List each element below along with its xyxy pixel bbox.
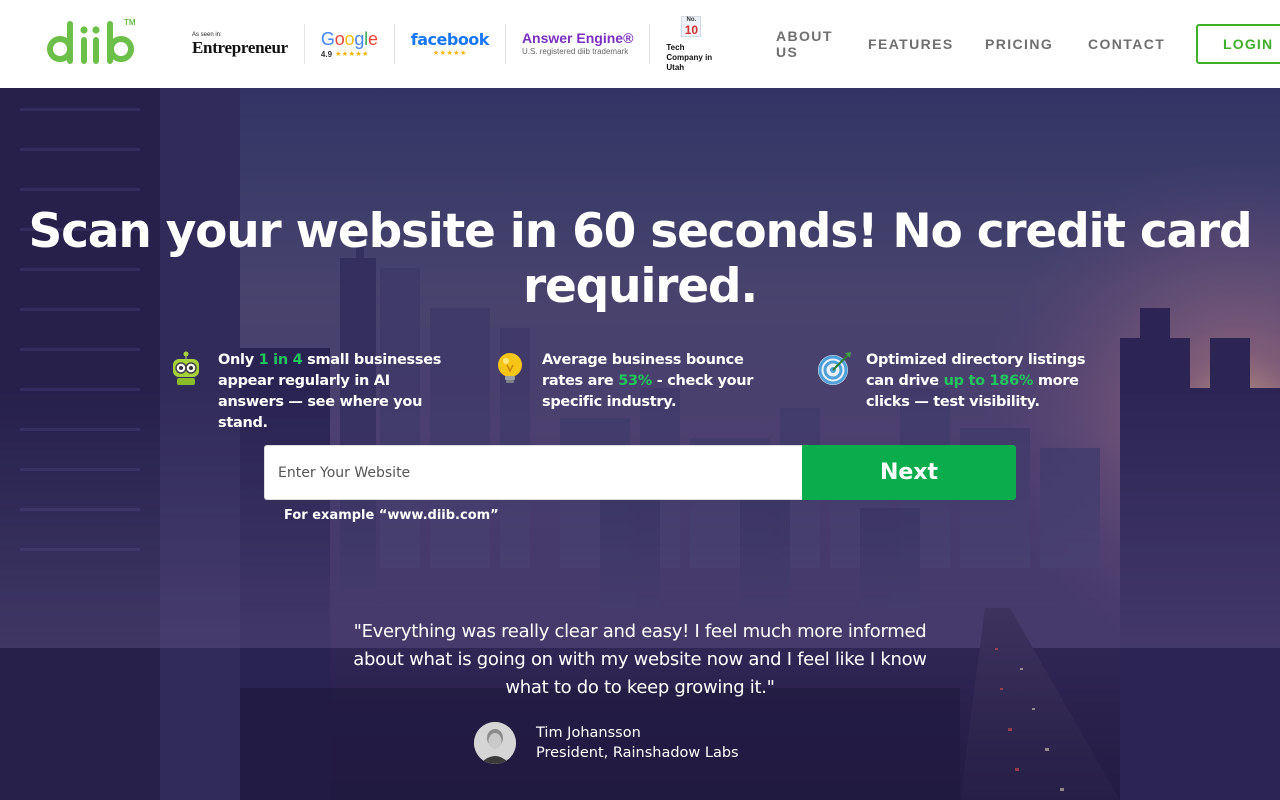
login-button[interactable]: LOGIN	[1196, 24, 1280, 64]
facebook-logo: facebook	[410, 30, 490, 49]
nav-container-pricing: PRICING	[985, 0, 1053, 88]
testimonial-author: Tim Johansson President, Rainshadow Labs	[474, 722, 739, 764]
answer-engine-title: Answer Engine®	[521, 30, 634, 46]
nav-container-features: FEATURES	[868, 0, 954, 88]
tech-company-label: Tech Company in Utah	[666, 42, 713, 72]
google-logo: Google	[320, 28, 378, 49]
award-icon: No. 10	[681, 15, 702, 37]
entrepreneur-logo: Entrepreneur	[192, 37, 288, 57]
lightbulb-icon	[498, 353, 522, 383]
website-scan-form: Next	[264, 445, 1016, 500]
nav-contact[interactable]: CONTACT	[1088, 36, 1165, 52]
feature-highlight: 1 in 4	[258, 352, 303, 368]
feature-highlight: 53%	[618, 373, 653, 389]
next-button[interactable]: Next	[802, 445, 1016, 500]
hero-section: Scan your website in 60 seconds! No cred…	[0, 88, 1280, 800]
google-stars-icon: ★★★★★	[335, 51, 369, 58]
nav-features[interactable]: FEATURES	[868, 36, 954, 52]
example-hint: For example “www.diib.com”	[284, 508, 499, 523]
testimonial-name: Tim Johansson	[536, 725, 641, 741]
hero-headline: Scan your website in 60 seconds! No cred…	[28, 204, 1253, 314]
entrepreneur-badge: As seen in: Entrepreneur	[192, 24, 305, 64]
robot-icon	[173, 351, 199, 385]
testimonial-title: President, Rainshadow Labs	[536, 745, 739, 761]
answer-engine-subtitle: U.S. registered diib trademark	[521, 47, 629, 56]
nav-container-about: ABOUT US	[776, 0, 836, 88]
answer-engine-badge: Answer Engine® U.S. registered diib trad…	[506, 24, 651, 64]
diib-logo[interactable]: TM	[46, 14, 142, 70]
feature-text: Only	[218, 352, 259, 368]
site-header: TM As seen in: Entrepreneur Google 4.9 ★…	[0, 0, 1280, 88]
nav-about-us[interactable]: ABOUT US	[776, 28, 836, 60]
trademark-label: TM	[124, 18, 136, 27]
feature-item-directory-listings: Optimized directory listings can drive u…	[816, 350, 1106, 413]
facebook-stars-icon: ★★★★★	[432, 50, 467, 57]
press-mentions: As seen in: Entrepreneur Google 4.9 ★★★★…	[192, 15, 732, 72]
target-icon	[818, 352, 851, 385]
feature-item-ai-answers: Only 1 in 4 small businesses appear regu…	[168, 350, 458, 434]
facebook-rating-badge: facebook ★★★★★	[395, 24, 506, 64]
google-rating-badge: Google 4.9 ★★★★★	[305, 24, 395, 64]
tech-company-badge: No. 10 Tech Company in Utah	[650, 15, 732, 72]
google-rating-value: 4.9	[320, 49, 333, 59]
nav-pricing[interactable]: PRICING	[985, 36, 1053, 52]
feature-item-bounce-rate: Average business bounce rates are 53% - …	[492, 350, 782, 413]
testimonial-quote: "Everything was really clear and easy! I…	[353, 621, 927, 698]
nav-container-contact: CONTACT	[1088, 0, 1165, 88]
website-url-input[interactable]	[264, 445, 802, 500]
avatar	[474, 722, 516, 764]
feature-highlight: up to 186%	[943, 373, 1034, 389]
